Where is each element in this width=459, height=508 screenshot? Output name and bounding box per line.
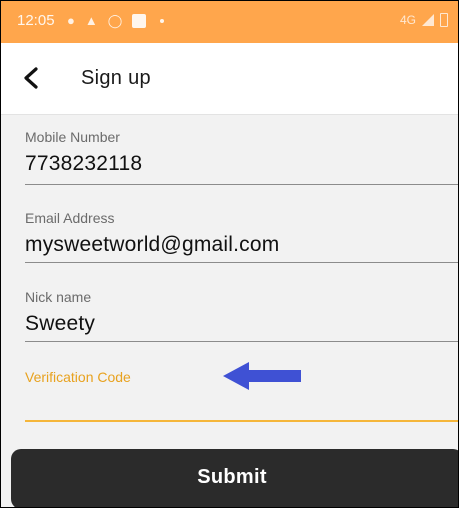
mobile-number-field[interactable]: Mobile Number 7738232118 xyxy=(25,129,458,176)
page-title: Sign up xyxy=(81,67,151,89)
system-icons: 4G xyxy=(400,13,448,27)
submit-button[interactable]: Submit xyxy=(11,449,458,507)
signal-icon xyxy=(422,14,434,26)
email-address-input[interactable]: mysweetworld@gmail.com xyxy=(25,233,458,257)
submit-button-label: Submit xyxy=(197,466,267,488)
warning-icon: ▲ xyxy=(84,13,98,28)
chat-icon: ● xyxy=(67,13,75,28)
nick-name-underline xyxy=(25,341,458,342)
app-screen: 12:05 ● ▲ ◯ 4G Sign up Mobile Number 773… xyxy=(0,0,459,508)
back-button[interactable] xyxy=(17,63,47,93)
notification-icons: ● ▲ ◯ xyxy=(67,13,165,29)
nick-name-label: Nick name xyxy=(25,289,92,305)
battery-icon xyxy=(440,13,448,27)
more-dot-icon xyxy=(160,19,165,23)
app-icon xyxy=(132,14,147,28)
verification-code-underline xyxy=(25,420,458,422)
status-bar: 12:05 ● ▲ ◯ 4G xyxy=(1,1,458,43)
chevron-left-icon xyxy=(24,67,38,89)
status-time: 12:05 xyxy=(17,12,55,29)
network-type: 4G xyxy=(399,13,416,27)
ring-icon: ◯ xyxy=(107,13,123,28)
nick-name-input[interactable]: Sweety xyxy=(25,312,458,336)
left-arrow-icon xyxy=(223,362,301,390)
email-address-underline xyxy=(25,262,458,263)
email-address-label: Email Address xyxy=(25,210,115,226)
email-address-field[interactable]: Email Address mysweetworld@gmail.com xyxy=(25,210,458,257)
mobile-number-label: Mobile Number xyxy=(25,129,120,145)
mobile-number-underline xyxy=(25,184,458,185)
nick-name-field[interactable]: Nick name Sweety xyxy=(25,289,458,336)
mobile-number-input[interactable]: 7738232118 xyxy=(25,152,458,176)
app-header: Sign up xyxy=(1,43,458,115)
